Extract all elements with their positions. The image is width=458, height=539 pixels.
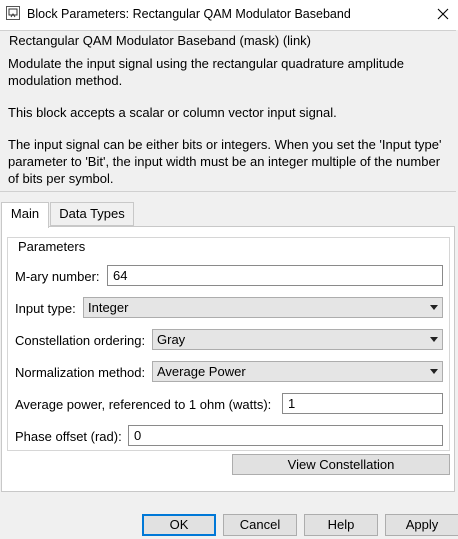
input-type-select[interactable]: Integer <box>83 297 443 318</box>
description-paragraph: Modulate the input signal using the rect… <box>8 56 405 88</box>
normalization-method-label: Normalization method: <box>15 365 146 380</box>
phase-offset-input[interactable]: 0 <box>128 425 443 446</box>
constellation-ordering-value: Gray <box>157 332 186 347</box>
mary-number-input[interactable]: 64 <box>107 265 443 286</box>
cancel-button[interactable]: Cancel <box>223 514 297 536</box>
chevron-down-icon <box>430 337 438 342</box>
main-tab-panel: Parameters M-ary number: 64 Input type: … <box>1 226 455 492</box>
chevron-down-icon <box>430 305 438 310</box>
input-type-label: Input type: <box>15 301 76 316</box>
view-constellation-button[interactable]: View Constellation <box>232 454 450 475</box>
help-button[interactable]: Help <box>304 514 378 536</box>
description-paragraph: This block accepts a scalar or column ve… <box>8 105 337 120</box>
normalization-method-select[interactable]: Average Power <box>152 361 443 382</box>
tab-main[interactable]: Main <box>1 202 49 228</box>
description-title: Rectangular QAM Modulator Baseband (mask… <box>9 33 312 48</box>
chevron-down-icon <box>430 369 438 374</box>
block-icon <box>6 6 20 20</box>
window-title: Block Parameters: Rectangular QAM Modula… <box>27 7 351 21</box>
description-box: Rectangular QAM Modulator Baseband (mask… <box>0 30 456 192</box>
input-type-value: Integer <box>88 300 129 315</box>
title-bar: Block Parameters: Rectangular QAM Modula… <box>0 0 458 30</box>
average-power-input[interactable]: 1 <box>282 393 443 414</box>
phase-offset-label: Phase offset (rad): <box>15 429 122 444</box>
description-paragraph: The input signal can be either bits or i… <box>8 137 442 186</box>
ok-button[interactable]: OK <box>142 514 216 536</box>
normalization-method-value: Average Power <box>157 364 246 379</box>
apply-button[interactable]: Apply <box>385 514 458 536</box>
tab-data-types[interactable]: Data Types <box>50 202 134 226</box>
close-button[interactable] <box>428 0 458 30</box>
parameters-group: Parameters M-ary number: 64 Input type: … <box>7 237 450 451</box>
average-power-label: Average power, referenced to 1 ohm (watt… <box>15 397 272 412</box>
mary-number-label: M-ary number: <box>15 269 100 284</box>
parameters-legend: Parameters <box>16 239 88 254</box>
constellation-ordering-label: Constellation ordering: <box>15 333 146 348</box>
close-icon <box>437 8 449 20</box>
constellation-ordering-select[interactable]: Gray <box>152 329 443 350</box>
